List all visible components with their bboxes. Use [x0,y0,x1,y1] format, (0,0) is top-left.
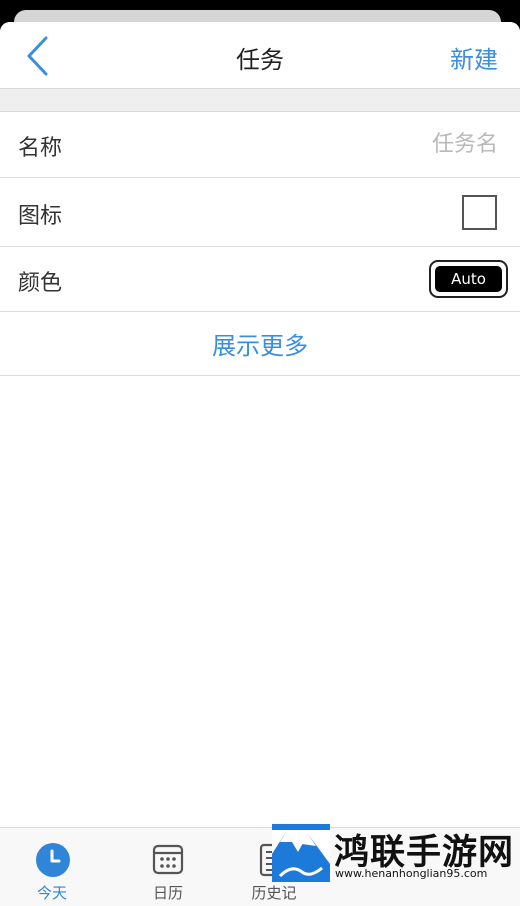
section-divider [0,88,520,112]
new-button[interactable]: 新建 [450,40,498,75]
name-label: 名称 [18,136,63,161]
watermark-logo-icon [272,824,330,882]
icon-row: 图标 [0,178,520,247]
name-row: 名称 [0,112,520,178]
tab-label-history: 历史记 [251,884,297,902]
task-name-input[interactable] [298,128,498,160]
color-value: Auto [435,266,502,292]
task-sheet: 任务 新建 名称 图标 颜色 Auto 展示更多 今天 [0,22,520,906]
navigation-bar: 任务 新建 [0,22,520,88]
show-more-button[interactable]: 展示更多 [0,326,520,361]
calendar-icon [152,844,184,875]
clock-icon [36,843,70,877]
page-title: 任务 [236,46,284,74]
tab-today[interactable]: 今天 [0,828,104,906]
color-row: 颜色 Auto [0,247,520,312]
tab-label-calendar: 日历 [152,884,183,902]
watermark-url: www.henanhonglian95.com [335,867,488,880]
color-picker-button[interactable]: Auto [429,260,508,298]
color-label: 颜色 [18,271,63,296]
watermark: 鸿联手游网 www.henanhonglian95.com [272,824,520,884]
icon-picker-button[interactable] [462,195,497,230]
tab-label-today: 今天 [36,884,67,902]
tab-calendar[interactable]: 日历 [116,828,220,906]
icon-label: 图标 [18,204,63,229]
show-more-row: 展示更多 [0,312,520,376]
